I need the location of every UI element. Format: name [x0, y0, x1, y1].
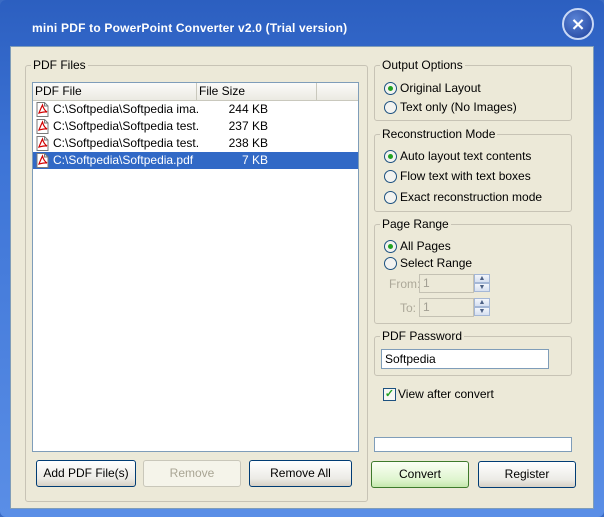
- radio-flow-text[interactable]: [384, 170, 397, 183]
- option-flow-text[interactable]: Flow text with text boxes: [400, 169, 531, 183]
- to-label: To:: [400, 301, 417, 315]
- radio-all-pages[interactable]: [384, 240, 397, 253]
- file-size-cell: 244 KB: [228, 102, 268, 116]
- pdf-file-icon: [36, 136, 49, 151]
- password-input[interactable]: Softpedia: [381, 349, 549, 369]
- chevron-down-icon: ▼: [478, 308, 486, 315]
- close-icon: ×: [570, 13, 586, 35]
- option-original-layout[interactable]: Original Layout: [400, 81, 481, 95]
- pdf-file-list[interactable]: PDF File File Size C:\Softpedia\Softpedi…: [32, 82, 359, 452]
- to-spinner[interactable]: 1: [419, 298, 474, 317]
- register-button[interactable]: Register: [478, 461, 576, 488]
- file-path-cell: C:\Softpedia\Softpedia.pdf: [53, 153, 194, 167]
- conversion-progress-bar: [374, 437, 572, 452]
- file-path-cell: C:\Softpedia\Softpedia ima...: [53, 102, 199, 116]
- view-after-convert-checkbox[interactable]: ✓: [383, 388, 396, 401]
- column-header-file-size[interactable]: File Size: [197, 83, 317, 100]
- remove-all-button[interactable]: Remove All: [249, 460, 352, 487]
- chevron-down-icon: ▼: [478, 284, 486, 291]
- close-button[interactable]: ×: [562, 8, 594, 40]
- app-window: mini PDF to PowerPoint Converter v2.0 (T…: [0, 0, 604, 517]
- list-item[interactable]: C:\Softpedia\Softpedia test.... 237 KB: [33, 118, 358, 135]
- option-all-pages[interactable]: All Pages: [400, 239, 451, 253]
- file-size-cell: 237 KB: [228, 119, 268, 133]
- radio-select-range[interactable]: [384, 257, 397, 270]
- pdf-password-label: PDF Password: [380, 329, 465, 343]
- window-title: mini PDF to PowerPoint Converter v2.0 (T…: [32, 21, 348, 35]
- column-header-pdf-file[interactable]: PDF File: [33, 83, 197, 100]
- from-label: From:: [389, 277, 421, 291]
- convert-button[interactable]: Convert: [371, 461, 469, 488]
- from-spinner[interactable]: 1: [419, 274, 474, 293]
- to-up-button[interactable]: ▲: [474, 298, 490, 307]
- reconstruction-mode-label: Reconstruction Mode: [380, 127, 498, 141]
- chevron-up-icon: ▲: [478, 275, 486, 282]
- option-text-only[interactable]: Text only (No Images): [400, 100, 517, 114]
- pdf-file-icon: [36, 153, 49, 168]
- radio-original-layout[interactable]: [384, 82, 397, 95]
- pdf-files-group: PDF Files PDF File File Size C:\Softpedi…: [25, 58, 368, 502]
- list-item[interactable]: C:\Softpedia\Softpedia ima... 244 KB: [33, 101, 358, 118]
- view-after-convert-label[interactable]: View after convert: [398, 387, 494, 401]
- file-path-cell: C:\Softpedia\Softpedia test....: [53, 119, 199, 133]
- page-range-label: Page Range: [380, 217, 451, 231]
- list-item[interactable]: C:\Softpedia\Softpedia test.... 238 KB: [33, 135, 358, 152]
- pdf-file-icon: [36, 119, 49, 134]
- checkmark-icon: ✓: [384, 388, 395, 400]
- remove-button[interactable]: Remove: [143, 460, 241, 487]
- pdf-files-group-label: PDF Files: [31, 58, 88, 72]
- pdf-file-icon: [36, 102, 49, 117]
- file-path-cell: C:\Softpedia\Softpedia test....: [53, 136, 199, 150]
- chevron-up-icon: ▲: [478, 299, 486, 306]
- radio-text-only[interactable]: [384, 101, 397, 114]
- to-down-button[interactable]: ▼: [474, 307, 490, 316]
- column-header-filler: [317, 83, 358, 100]
- from-down-button[interactable]: ▼: [474, 283, 490, 292]
- option-exact-reconstruction[interactable]: Exact reconstruction mode: [400, 190, 542, 204]
- radio-exact-reconstruction[interactable]: [384, 191, 397, 204]
- output-options-group: Output Options Original Layout Text only…: [374, 58, 572, 121]
- pdf-password-group: PDF Password Softpedia: [374, 329, 572, 376]
- title-bar[interactable]: mini PDF to PowerPoint Converter v2.0 (T…: [0, 0, 604, 44]
- client-area: PDF Files PDF File File Size C:\Softpedi…: [10, 46, 594, 509]
- page-range-group: Page Range All Pages Select Range From: …: [374, 217, 572, 324]
- reconstruction-mode-group: Reconstruction Mode Auto layout text con…: [374, 127, 572, 212]
- output-options-label: Output Options: [380, 58, 465, 72]
- file-size-cell: 238 KB: [228, 136, 268, 150]
- option-auto-layout[interactable]: Auto layout text contents: [400, 149, 531, 163]
- file-size-cell: 7 KB: [241, 153, 268, 167]
- option-select-range[interactable]: Select Range: [400, 256, 472, 270]
- from-up-button[interactable]: ▲: [474, 274, 490, 283]
- add-pdf-files-button[interactable]: Add PDF File(s): [36, 460, 136, 487]
- list-item[interactable]: C:\Softpedia\Softpedia.pdf 7 KB: [33, 152, 358, 169]
- radio-auto-layout[interactable]: [384, 150, 397, 163]
- list-header: PDF File File Size: [33, 83, 358, 101]
